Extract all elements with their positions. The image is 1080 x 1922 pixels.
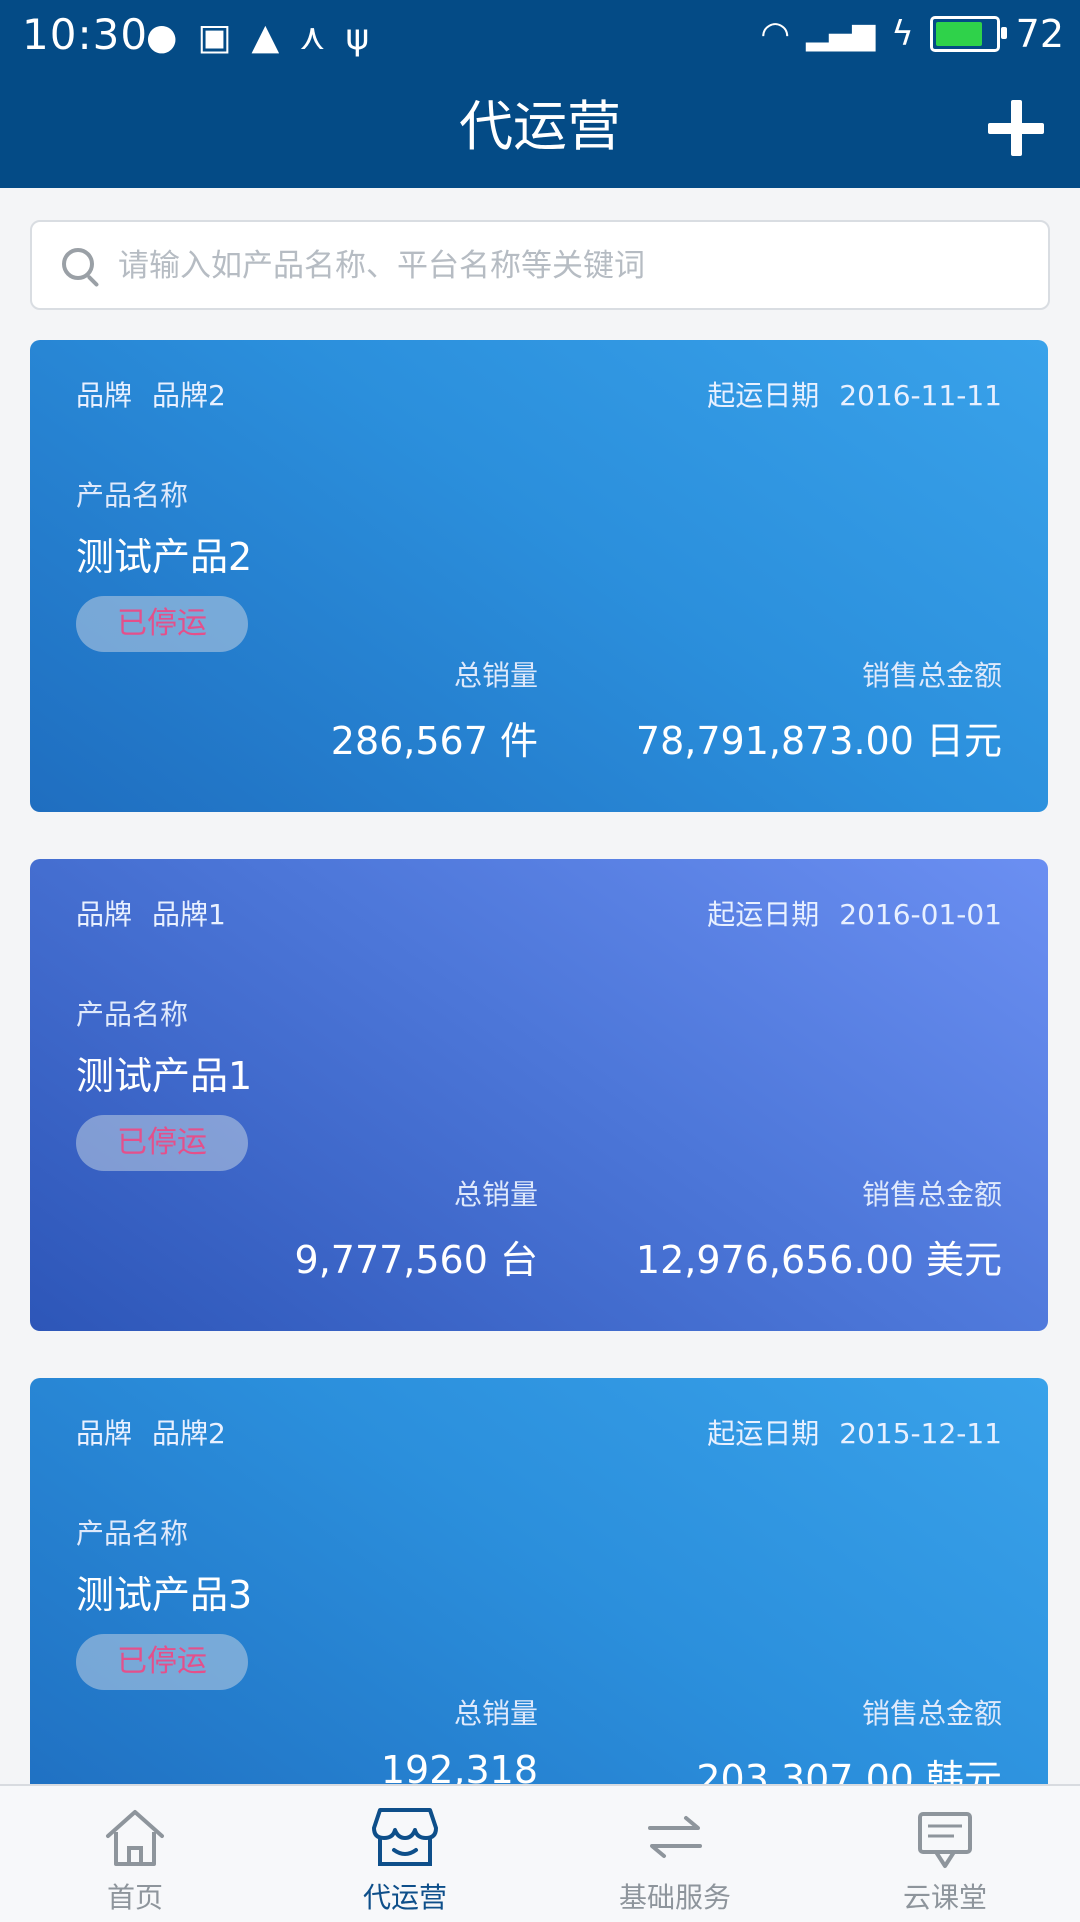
usb-icon: ψ — [345, 17, 370, 58]
start-date-field: 起运日期 2016-11-11 — [707, 374, 1002, 414]
start-date-field: 起运日期 2015-12-11 — [707, 1412, 1002, 1452]
bottom-nav: 首页 代运营 基础服务 云课堂 — [0, 1784, 1080, 1922]
product-name: 测试产品2 — [76, 535, 253, 579]
status-badge: 已停运 — [76, 1634, 248, 1690]
total-sales-label: 总销量 — [453, 1697, 538, 1730]
exchange-icon — [648, 1816, 702, 1858]
signal-icon: ▂▄▆ — [805, 16, 876, 52]
start-date-value: 2015-12-11 — [839, 1417, 1002, 1450]
product-name-label: 产品名称 — [76, 998, 189, 1031]
brand-field: 品牌 品牌2 — [76, 374, 226, 414]
image-icon: ▣ — [197, 17, 232, 58]
operation-card[interactable]: 品牌 品牌2 起运日期 2015-12-11 产品名称 测试产品3 已停运 总销量 … — [30, 1378, 1048, 1850]
charging-icon: ϟ — [891, 14, 914, 54]
page-title: 代运营 — [459, 95, 621, 158]
add-button[interactable] — [988, 100, 1044, 156]
start-date-value: 2016-11-11 — [839, 379, 1002, 412]
battery-icon — [929, 16, 1007, 52]
home-icon — [106, 1810, 164, 1866]
broom-icon: ▲ — [251, 17, 280, 58]
total-amount-value: 12,976,656.00 美元 — [635, 1238, 1002, 1282]
total-amount-value: 78,791,873.00 日元 — [635, 719, 1002, 763]
brand-value: 品牌1 — [152, 898, 226, 931]
status-time: 10:30 — [22, 10, 149, 59]
operation-card[interactable]: 品牌 品牌1 起运日期 2016-01-01 产品名称 测试产品1 已停运 总销量 … — [30, 859, 1048, 1331]
wifi-icon: ◠ — [760, 14, 790, 54]
search-box[interactable] — [30, 220, 1050, 310]
start-date-label: 起运日期 — [707, 898, 820, 931]
store-icon — [372, 1808, 438, 1866]
nav-label: 云课堂 — [902, 1881, 987, 1914]
total-amount-label: 销售总金额 — [861, 1697, 1002, 1730]
classroom-icon — [918, 1812, 972, 1868]
product-name-label: 产品名称 — [76, 1517, 189, 1550]
nav-label: 代运营 — [362, 1881, 447, 1914]
status-bar: 10:30 ● ▣ ▲ ⋏ ψ ◠ ▂▄▆ ϟ 72 — [0, 0, 1080, 76]
start-date-value: 2016-01-01 — [839, 898, 1002, 931]
start-date-label: 起运日期 — [707, 1417, 820, 1450]
nav-cloud-class[interactable]: 云课堂 — [810, 1786, 1080, 1922]
battery-level: 72 — [1015, 12, 1064, 56]
nav-label: 基础服务 — [618, 1881, 731, 1914]
notification-icons: ● ▣ ▲ ⋏ ψ — [146, 14, 369, 62]
brand-value: 品牌2 — [152, 1417, 226, 1450]
nav-operation[interactable]: 代运营 — [270, 1786, 540, 1922]
brand-field: 品牌 品牌2 — [76, 1412, 226, 1452]
search-icon — [62, 248, 94, 280]
brand-value: 品牌2 — [152, 379, 226, 412]
total-sales-value: 9,777,560 台 — [294, 1238, 538, 1282]
product-name-label: 产品名称 — [76, 479, 189, 512]
brand-field: 品牌 品牌1 — [76, 893, 226, 933]
start-date-field: 起运日期 2016-01-01 — [707, 893, 1002, 933]
total-sales-value: 286,567 件 — [330, 719, 538, 763]
chat-icon: ● — [146, 17, 178, 58]
top-bar: 10:30 ● ▣ ▲ ⋏ ψ ◠ ▂▄▆ ϟ 72 代运营 — [0, 0, 1080, 188]
search-input[interactable] — [116, 222, 1028, 310]
total-amount-label: 销售总金额 — [861, 659, 1002, 692]
product-name: 测试产品3 — [76, 1573, 253, 1617]
operation-card[interactable]: 品牌 品牌2 起运日期 2016-11-11 产品名称 测试产品2 已停运 总销量 … — [30, 340, 1048, 812]
status-badge: 已停运 — [76, 1115, 248, 1171]
share-icon: ⋏ — [299, 17, 326, 58]
total-sales-label: 总销量 — [453, 1178, 538, 1211]
product-name: 测试产品1 — [76, 1054, 253, 1098]
total-amount-label: 销售总金额 — [861, 1178, 1002, 1211]
brand-label: 品牌 — [76, 898, 133, 931]
status-badge: 已停运 — [76, 596, 248, 652]
nav-home[interactable]: 首页 — [0, 1786, 270, 1922]
brand-label: 品牌 — [76, 379, 133, 412]
start-date-label: 起运日期 — [707, 379, 820, 412]
status-right: ◠ ▂▄▆ ϟ 72 — [760, 12, 1064, 56]
nav-label: 首页 — [106, 1881, 163, 1914]
brand-label: 品牌 — [76, 1417, 133, 1450]
total-sales-label: 总销量 — [453, 659, 538, 692]
nav-basic-services[interactable]: 基础服务 — [540, 1786, 810, 1922]
